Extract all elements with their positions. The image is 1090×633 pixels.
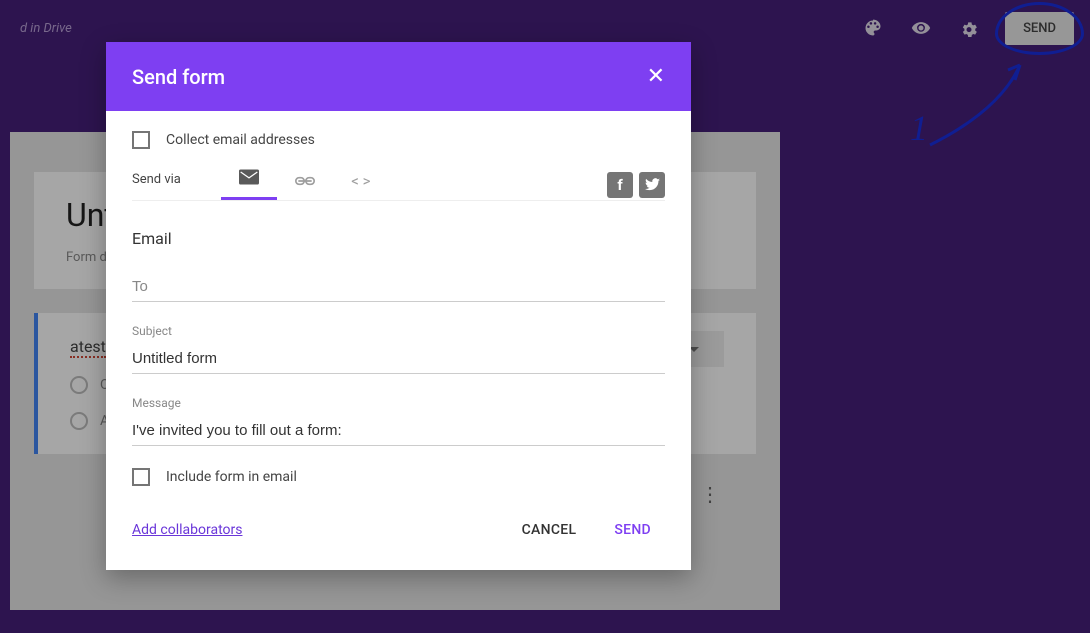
cancel-button[interactable]: CANCEL [508,514,591,546]
mail-icon [239,169,259,185]
code-icon: < > [351,172,370,190]
link-icon [295,176,315,186]
facebook-icon[interactable]: f [607,172,633,198]
message-field[interactable] [132,416,665,446]
close-icon[interactable]: ✕ [647,64,665,89]
tab-embed[interactable]: < > [333,171,389,198]
to-field[interactable] [132,272,665,302]
send-via-label: Send via [132,172,181,197]
send-form-dialog: Send form ✕ Collect email addresses Send… [106,42,691,570]
subject-label: Subject [132,324,665,338]
tab-link[interactable] [277,171,333,198]
dialog-title: Send form [132,65,225,89]
collect-emails-label: Collect email addresses [166,132,315,148]
collect-emails-checkbox[interactable] [132,131,150,149]
twitter-icon[interactable] [639,172,665,198]
include-form-checkbox[interactable] [132,468,150,486]
send-button[interactable]: SEND [600,514,665,546]
tab-email[interactable] [221,169,277,200]
add-collaborators-link[interactable]: Add collaborators [132,522,242,538]
subject-field[interactable] [132,344,665,374]
email-heading: Email [132,229,665,248]
message-label: Message [132,396,665,410]
include-form-label: Include form in email [166,469,297,485]
